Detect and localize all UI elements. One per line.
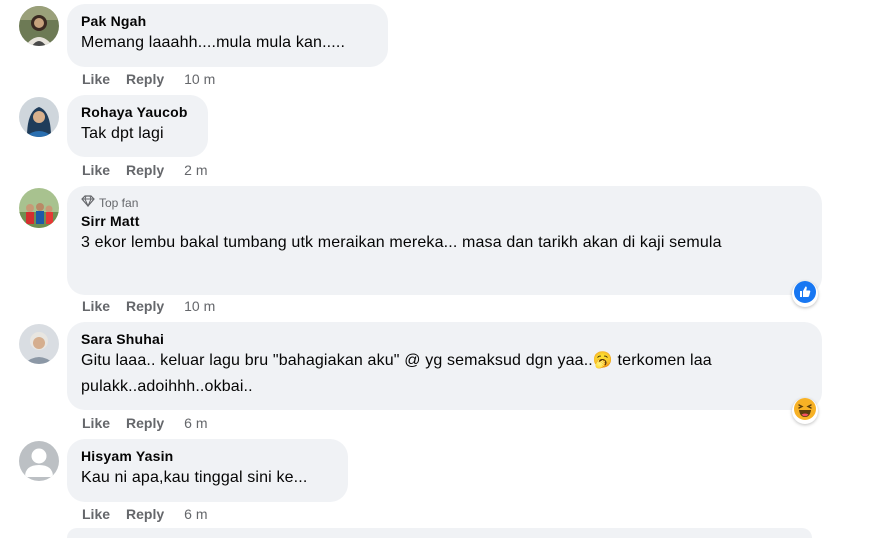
like-reaction-badge[interactable] [792, 280, 818, 308]
avatar[interactable] [19, 324, 59, 364]
haha-reaction-badge[interactable] [792, 397, 818, 425]
commenter-name[interactable]: Sirr Matt [81, 212, 808, 230]
comment-text: Kau ni apa,kau tinggal sini ke... [81, 469, 308, 486]
avatar[interactable] [19, 6, 59, 46]
reply-button[interactable]: Reply [126, 297, 164, 315]
avatar[interactable] [19, 97, 59, 137]
comment-text: Gitu laaa.. keluar lagu bru "bahagiakan … [81, 352, 712, 395]
reply-button[interactable]: Reply [126, 414, 164, 432]
like-button[interactable]: Like [82, 297, 110, 315]
reply-button[interactable]: Reply [126, 70, 164, 88]
commenter-name[interactable]: Pak Ngah [81, 12, 374, 30]
comment-bubble: Top fan Sirr Matt 3 ekor lembu bakal tum… [67, 186, 822, 295]
like-button[interactable]: Like [82, 161, 110, 179]
comment-bubble: Rohaya Yaucob Tak dpt lagi [67, 95, 208, 157]
like-button[interactable]: Like [82, 414, 110, 432]
comment-timestamp[interactable]: 6 m [184, 505, 207, 523]
reply-button[interactable]: Reply [126, 161, 164, 179]
comment-timestamp[interactable]: 10 m [184, 297, 215, 315]
avatar[interactable] [19, 441, 59, 481]
commenter-name[interactable]: Sara Shuhai [81, 330, 808, 348]
top-fan-badge[interactable]: Top fan [81, 195, 808, 211]
next-comment-bubble-edge [67, 528, 812, 538]
reply-button[interactable]: Reply [126, 505, 164, 523]
badge-label: Top fan [99, 196, 139, 210]
comment-bubble: Hisyam Yasin Kau ni apa,kau tinggal sini… [67, 439, 348, 502]
comment-timestamp[interactable]: 10 m [184, 70, 215, 88]
comment-text: Tak dpt lagi [81, 125, 164, 142]
comment-timestamp[interactable]: 2 m [184, 161, 207, 179]
like-button[interactable]: Like [82, 505, 110, 523]
like-button[interactable]: Like [82, 70, 110, 88]
diamond-icon [81, 195, 95, 211]
comment-bubble: Sara Shuhai Gitu laaa.. keluar lagu bru … [67, 322, 822, 410]
comment-text: 3 ekor lembu bakal tumbang utk meraikan … [81, 234, 722, 251]
comment-text: Memang laaahh....mula mula kan..... [81, 34, 346, 51]
avatar[interactable] [19, 188, 59, 228]
like-reaction-icon [794, 280, 816, 308]
commenter-name[interactable]: Hisyam Yasin [81, 447, 334, 465]
commenter-name[interactable]: Rohaya Yaucob [81, 103, 194, 121]
comment-timestamp[interactable]: 6 m [184, 414, 207, 432]
comment-bubble: Pak Ngah Memang laaahh....mula mula kan.… [67, 4, 388, 67]
laughing-face-icon [794, 397, 816, 425]
